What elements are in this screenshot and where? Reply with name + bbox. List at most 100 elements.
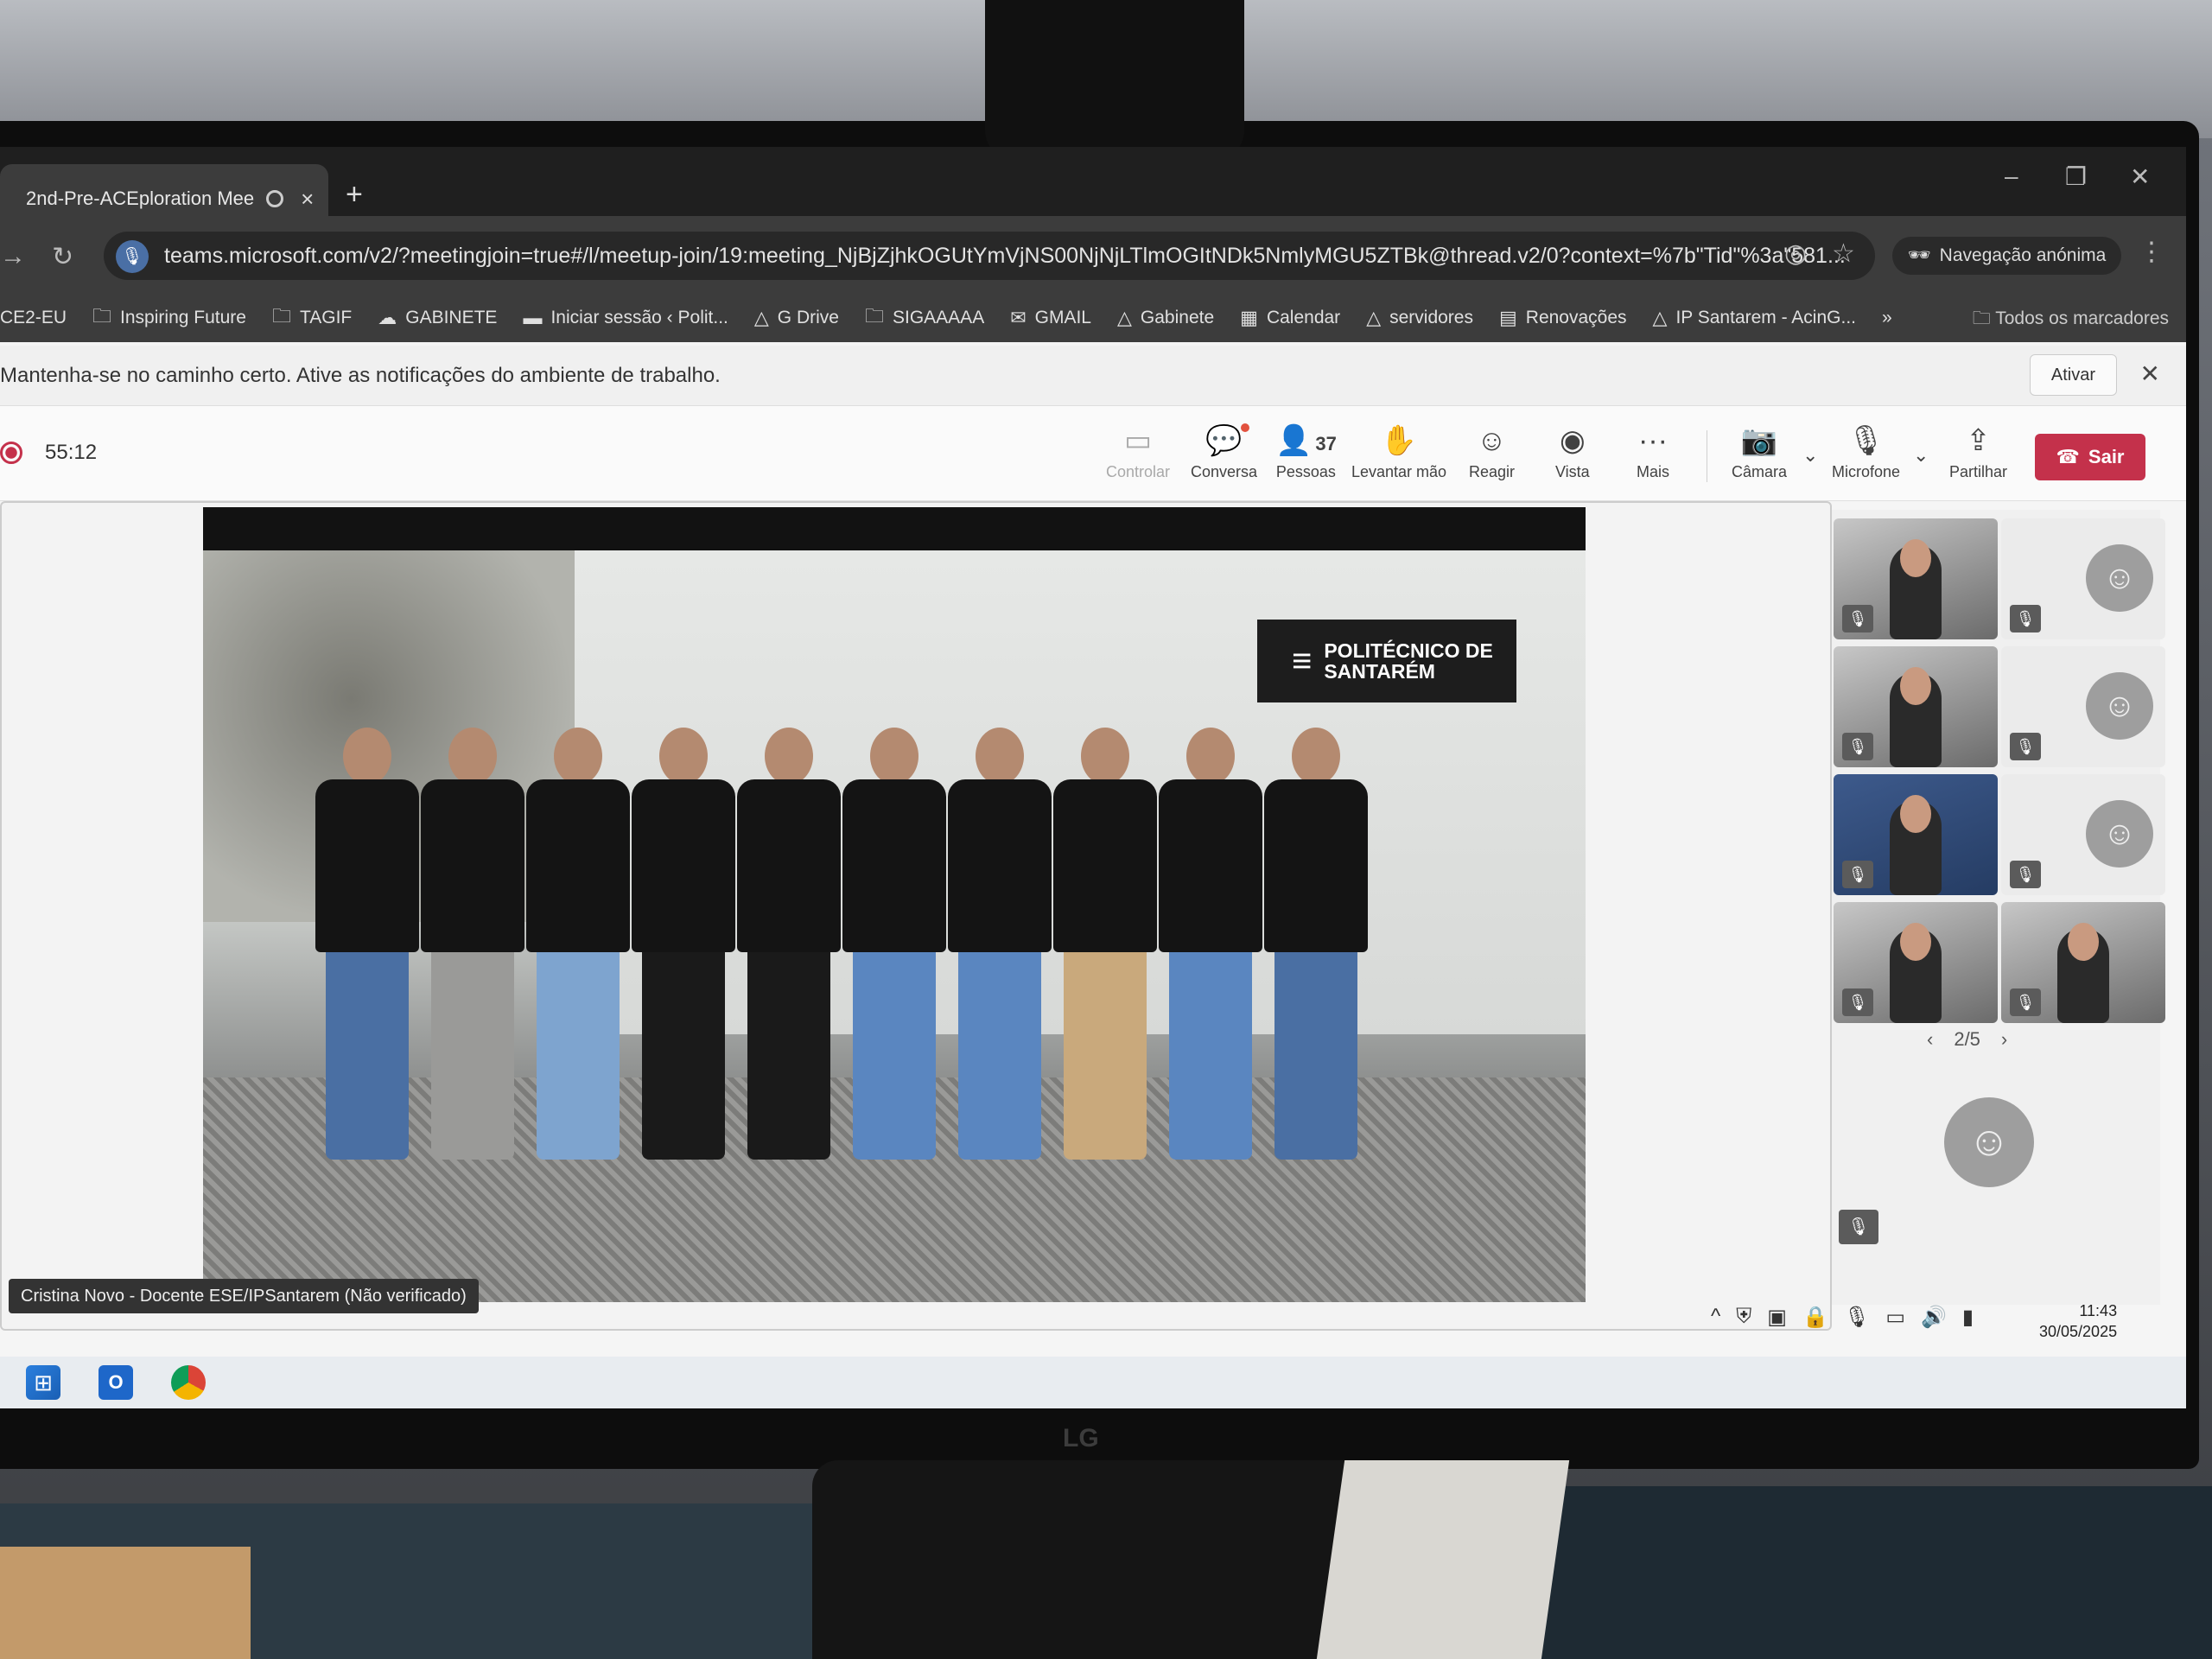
bookmark-item[interactable]: 🗀 Inspiring Future [92, 302, 246, 334]
view-button[interactable]: ◉ Vista [1555, 423, 1590, 481]
muted-mic-icon: 🎙 [1842, 988, 1873, 1016]
system-clock[interactable]: 11:43 30/05/2025 [2039, 1300, 2117, 1342]
self-muted-mic-icon: 🎙 [1839, 1210, 1878, 1244]
bookmark-label: servidores [1389, 308, 1473, 327]
people-count: 37 [1315, 433, 1337, 454]
lock-icon[interactable]: 🔒 [1802, 1305, 1828, 1330]
close-window-icon[interactable]: ✕ [2130, 162, 2150, 191]
new-tab-button[interactable]: + [346, 178, 363, 212]
participant-tile[interactable]: 🎙 [1834, 646, 1998, 767]
bookmark-label: Calendar [1266, 308, 1341, 327]
more-button[interactable]: ··· Mais [1637, 423, 1669, 481]
leave-button[interactable]: ☎ Sair [2035, 434, 2145, 480]
share-icon: ⇪ [1966, 424, 1991, 457]
close-tab-icon[interactable]: × [301, 186, 314, 213]
address-bar[interactable]: 🎙 teams.microsoft.com/v2/?meetingjoin=tr… [104, 232, 1875, 280]
microphone-active-icon[interactable]: 🎙 [116, 240, 149, 273]
participant-video [1890, 667, 1942, 767]
menu-kebab-icon[interactable]: ⋮ [2139, 237, 2164, 267]
participant-tile[interactable]: 🎙 [1834, 774, 1998, 895]
outlook-icon[interactable]: O [99, 1365, 133, 1400]
participant-tile[interactable]: 🎙 [1834, 902, 1998, 1023]
tray-chevron-icon[interactable]: ^ [1711, 1305, 1720, 1330]
windows-taskbar: ⊞ O [0, 1357, 2186, 1408]
react-button[interactable]: ☺ Reagir [1469, 423, 1515, 481]
app-tray-icon[interactable]: ▣ [1767, 1305, 1787, 1330]
participant-tile[interactable]: ☺ 🎙 [2001, 774, 2165, 895]
camera-options-chevron-icon[interactable]: ⌄ [1802, 444, 1818, 467]
muted-mic-icon: 🎙 [2010, 733, 2041, 760]
person [1264, 728, 1368, 1160]
incognito-indicator[interactable]: 🕶 Navegação anónima [1892, 237, 2122, 275]
network-icon[interactable]: ▭ [1885, 1305, 1905, 1330]
security-icon[interactable]: ⛨ [1736, 1305, 1751, 1330]
view-icon: ◉ [1560, 424, 1586, 457]
microphone-options-chevron-icon[interactable]: ⌄ [1913, 444, 1929, 467]
bookmark-item[interactable]: ▬ Iniciar sessão ‹ Polit... [523, 307, 728, 329]
monitor-brand-logo: LG [1063, 1424, 1099, 1452]
next-page-icon[interactable]: › [2001, 1028, 2007, 1051]
url-text: teams.microsoft.com/v2/?meetingjoin=true… [164, 243, 1846, 268]
drive-icon: △ [753, 307, 769, 328]
bookmark-item[interactable]: △ G Drive [754, 307, 839, 329]
more-bookmarks-button[interactable]: » [1882, 308, 1892, 328]
minimize-icon[interactable]: – [2005, 162, 2018, 190]
bookmark-item[interactable]: ☁ GABINETE [378, 307, 497, 329]
cardboard-box [0, 1547, 251, 1659]
self-avatar-icon[interactable]: ☺ [1944, 1097, 2034, 1187]
system-tray: ^ ⛨ ▣ 🔒 🎙 ▭ 🔊 ▮ [1711, 1305, 1974, 1330]
bookmark-item[interactable]: △ Gabinete [1117, 307, 1214, 329]
person [421, 728, 524, 1160]
person [1053, 728, 1157, 1160]
eye-off-icon[interactable]: ◎ [1784, 238, 1807, 269]
notification-banner: Mantenha-se no caminho certo. Ative as n… [0, 346, 2186, 406]
chat-label: Conversa [1191, 463, 1258, 480]
notification-message: Mantenha-se no caminho certo. Ative as n… [0, 363, 721, 387]
share-button[interactable]: ⇪ Partilhar [1949, 423, 2007, 481]
people-icon: 👤 37 [1275, 424, 1337, 457]
bookmark-star-icon[interactable]: ☆ [1832, 238, 1855, 269]
shared-video[interactable]: ≡ POLITÉCNICO DE SANTARÉM [203, 507, 1586, 1302]
camera-button[interactable]: 📷 Câmara [1732, 423, 1787, 481]
bookmark-item[interactable]: ▤ Renovações [1499, 307, 1627, 329]
bookmark-item[interactable]: 🗀 TAGIF [272, 302, 352, 334]
all-bookmarks-button[interactable]: 🗀 Todos os marcadores [1973, 306, 2169, 336]
leave-label: Sair [2088, 446, 2125, 467]
bookmark-label: Inspiring Future [120, 308, 246, 327]
bookmark-label: TAGIF [299, 308, 353, 327]
volume-icon[interactable]: 🔊 [1921, 1305, 1947, 1330]
bookmark-label: GMAIL [1034, 308, 1091, 327]
dismiss-banner-icon[interactable]: ✕ [2140, 359, 2160, 388]
back-icon[interactable]: → [0, 242, 26, 271]
bookmark-item[interactable]: ▦ Calendar [1240, 307, 1340, 329]
share-label: Partilhar [1949, 463, 2008, 480]
more-dots-icon: ··· [1638, 424, 1668, 457]
docs-icon: ▤ [1498, 307, 1517, 328]
bookmark-label: GABINETE [405, 308, 498, 327]
people-button[interactable]: 👤 37 Pessoas [1275, 423, 1337, 481]
control-button[interactable]: ▭ Controlar [1106, 423, 1170, 481]
windows-start-icon[interactable]: ⊞ [26, 1365, 60, 1400]
raise-hand-button[interactable]: ✋ Levantar mão [1351, 423, 1446, 481]
battery-icon[interactable]: ▮ [1962, 1305, 1974, 1330]
bookmark-item[interactable]: CE2-EU [0, 308, 67, 328]
shared-content-stage[interactable]: ≡ POLITÉCNICO DE SANTARÉM [0, 501, 1832, 1331]
participant-tile[interactable]: ☺ 🎙 [2001, 518, 2165, 639]
previous-page-icon[interactable]: ‹ [1927, 1028, 1933, 1051]
microphone-button[interactable]: 🎙 Microfone [1832, 423, 1900, 481]
chrome-icon[interactable] [171, 1365, 206, 1400]
participant-tile[interactable]: 🎙 [1834, 518, 1998, 639]
restore-icon[interactable]: ❐ [2065, 162, 2087, 191]
presenter-name-tag: Cristina Novo - Docente ESE/IPSantarem (… [9, 1279, 479, 1313]
participant-tile[interactable]: 🎙 [2001, 902, 2165, 1023]
chat-button[interactable]: 💬 Conversa [1191, 423, 1257, 481]
gallery-pager: ‹ 2/5 › [1927, 1028, 2007, 1051]
microphone-tray-icon[interactable]: 🎙 [1844, 1305, 1870, 1330]
participant-tile[interactable]: ☺ 🎙 [2001, 646, 2165, 767]
bookmark-item[interactable]: 🗀 SIGAAAAA [865, 302, 984, 334]
bookmark-item[interactable]: △ servidores [1366, 307, 1473, 329]
enable-notifications-button[interactable]: Ativar [2029, 354, 2117, 396]
bookmark-item[interactable]: ✉ GMAIL [1010, 307, 1091, 329]
bookmark-item[interactable]: △ IP Santarem - AcinG... [1653, 307, 1856, 329]
reload-icon[interactable]: ↻ [52, 242, 73, 272]
